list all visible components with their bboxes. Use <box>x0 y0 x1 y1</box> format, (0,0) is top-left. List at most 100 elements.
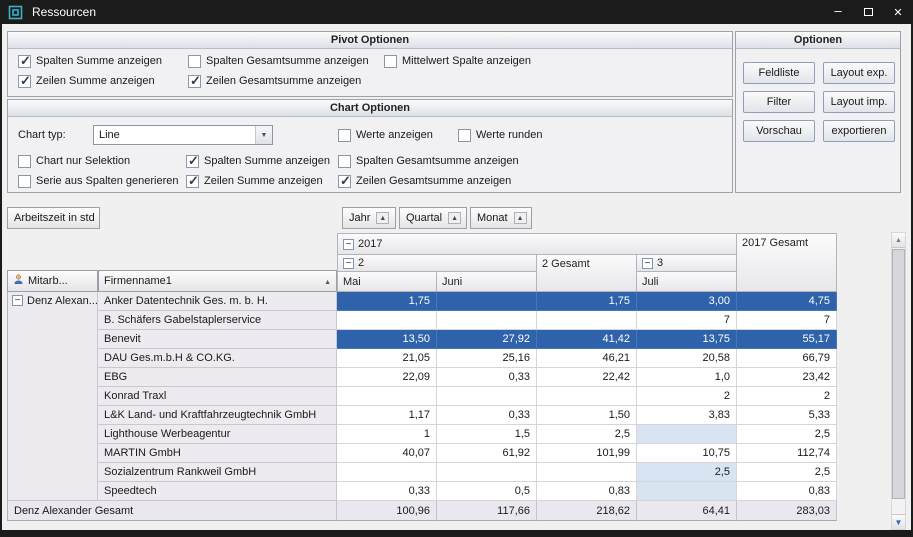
checkbox-spalten-summe-anzeigen[interactable]: Spalten Summe anzeigen <box>18 53 162 69</box>
table-row[interactable]: B. Schäfers Gabelstaplerservice 7 7 <box>98 311 837 330</box>
grand-total-cell[interactable]: 64,41 <box>637 501 737 521</box>
value-cell[interactable]: 1,50 <box>537 406 637 425</box>
chart-type-select[interactable]: Line <box>93 125 273 145</box>
scrollbar-thumb[interactable] <box>892 249 905 499</box>
checkbox-zeilen-gesamtsumme-anzeigen[interactable]: Zeilen Gesamtsumme anzeigen <box>188 73 361 89</box>
value-cell[interactable] <box>537 463 637 482</box>
value-cell[interactable] <box>537 387 637 406</box>
value-cell[interactable]: 41,42 <box>537 330 637 349</box>
field-mitarbeiter-button[interactable]: Mitarb... <box>7 270 98 292</box>
value-cell[interactable]: 0,33 <box>437 368 537 387</box>
sort-asc-icon[interactable] <box>324 275 331 287</box>
value-cell[interactable]: 2 <box>737 387 837 406</box>
value-cell[interactable] <box>337 311 437 330</box>
value-cell[interactable] <box>437 292 537 311</box>
field-firmenname-button[interactable]: Firmenname1 <box>98 270 337 292</box>
table-row[interactable]: Benevit 13,50 27,92 41,42 13,75 55,17 <box>98 330 837 349</box>
value-cell[interactable] <box>437 311 537 330</box>
value-cell[interactable]: 1,17 <box>337 406 437 425</box>
value-cell[interactable] <box>537 311 637 330</box>
value-cell[interactable]: 40,07 <box>337 444 437 463</box>
column-header-2017-gesamt[interactable]: 2017 Gesamt <box>737 233 837 292</box>
table-row[interactable]: Konrad Traxl 2 2 <box>98 387 837 406</box>
company-cell[interactable]: Konrad Traxl <box>98 387 337 406</box>
value-cell[interactable] <box>337 387 437 406</box>
company-cell[interactable]: EBG <box>98 368 337 387</box>
value-cell[interactable]: 25,16 <box>437 349 537 368</box>
value-cell[interactable]: 112,74 <box>737 444 837 463</box>
company-cell[interactable]: Lighthouse Werbeagentur <box>98 425 337 444</box>
checkbox-spalten-gesamtsumme-anzeigen[interactable]: Spalten Gesamtsumme anzeigen <box>188 53 369 69</box>
checkbox-chart-zeilen-summe[interactable]: Zeilen Summe anzeigen <box>186 173 323 189</box>
company-cell[interactable]: L&K Land- und Kraftfahrzeugtechnik GmbH <box>98 406 337 425</box>
value-cell[interactable]: 3,00 <box>637 292 737 311</box>
sort-asc-icon[interactable] <box>376 212 389 224</box>
data-field-button[interactable]: Arbeitszeit in std <box>7 207 100 229</box>
checkbox-serie-aus-spalten[interactable]: Serie aus Spalten generieren <box>18 173 178 189</box>
value-cell[interactable]: 55,17 <box>737 330 837 349</box>
value-cell[interactable]: 2,5 <box>537 425 637 444</box>
value-cell[interactable]: 4,75 <box>737 292 837 311</box>
value-cell[interactable]: 1,75 <box>537 292 637 311</box>
value-cell[interactable]: 0,83 <box>537 482 637 501</box>
value-cell[interactable]: 2,5 <box>737 463 837 482</box>
table-row[interactable]: DAU Ges.m.b.H & CO.KG. 21,05 25,16 46,21… <box>98 349 837 368</box>
vertical-scrollbar[interactable] <box>891 232 906 530</box>
collapse-icon[interactable] <box>343 239 354 250</box>
column-header-juli[interactable]: Juli <box>637 272 737 292</box>
table-row[interactable]: Sozialzentrum Rankweil GmbH 2,5 2,5 <box>98 463 837 482</box>
collapse-icon[interactable] <box>343 258 354 269</box>
vorschau-button[interactable]: Vorschau <box>743 120 815 142</box>
minimize-button[interactable] <box>823 0 853 24</box>
company-cell[interactable]: B. Schäfers Gabelstaplerservice <box>98 311 337 330</box>
company-cell[interactable]: Sozialzentrum Rankweil GmbH <box>98 463 337 482</box>
value-cell[interactable]: 3,83 <box>637 406 737 425</box>
value-cell[interactable] <box>637 425 737 444</box>
company-cell[interactable]: Speedtech <box>98 482 337 501</box>
value-cell[interactable]: 20,58 <box>637 349 737 368</box>
row-group-denz-alexander[interactable]: Denz Alexan... <box>7 292 98 501</box>
value-cell[interactable]: 2,5 <box>737 425 837 444</box>
company-cell[interactable]: MARTIN GmbH <box>98 444 337 463</box>
chevron-down-icon[interactable] <box>255 126 272 144</box>
feldliste-button[interactable]: Feldliste <box>743 62 815 84</box>
scroll-down-icon[interactable] <box>892 514 905 529</box>
value-cell[interactable]: 22,42 <box>537 368 637 387</box>
close-button[interactable] <box>883 0 913 24</box>
value-cell[interactable]: 7 <box>737 311 837 330</box>
column-header-mai[interactable]: Mai <box>337 272 437 292</box>
checkbox-zeilen-summe-anzeigen[interactable]: Zeilen Summe anzeigen <box>18 73 155 89</box>
maximize-button[interactable] <box>853 0 883 24</box>
column-group-2017[interactable]: 2017 <box>337 233 737 255</box>
grand-total-cell[interactable]: 117,66 <box>437 501 537 521</box>
value-cell[interactable] <box>637 482 737 501</box>
company-cell[interactable]: DAU Ges.m.b.H & CO.KG. <box>98 349 337 368</box>
value-cell[interactable]: 0,33 <box>337 482 437 501</box>
table-row[interactable]: Lighthouse Werbeagentur 1 1,5 2,5 2,5 <box>98 425 837 444</box>
filter-button[interactable]: Filter <box>743 91 815 113</box>
value-cell[interactable]: 21,05 <box>337 349 437 368</box>
value-cell[interactable] <box>437 387 537 406</box>
value-cell[interactable] <box>337 463 437 482</box>
value-cell[interactable] <box>437 463 537 482</box>
value-cell[interactable]: 61,92 <box>437 444 537 463</box>
value-cell[interactable]: 0,83 <box>737 482 837 501</box>
value-cell[interactable]: 27,92 <box>437 330 537 349</box>
collapse-icon[interactable] <box>12 295 23 306</box>
field-quartal-button[interactable]: Quartal <box>399 207 467 229</box>
grand-total-cell[interactable]: 218,62 <box>537 501 637 521</box>
layout-import-button[interactable]: Layout imp. <box>823 91 895 113</box>
checkbox-chart-spalten-summe[interactable]: Spalten Summe anzeigen <box>186 153 330 169</box>
column-group-quartal-2[interactable]: 2 <box>337 255 537 272</box>
column-group-quartal-3[interactable]: 3 <box>637 255 737 272</box>
layout-export-button[interactable]: Layout exp. <box>823 62 895 84</box>
value-cell[interactable]: 101,99 <box>537 444 637 463</box>
value-cell[interactable]: 22,09 <box>337 368 437 387</box>
column-header-juni[interactable]: Juni <box>437 272 537 292</box>
value-cell[interactable]: 46,21 <box>537 349 637 368</box>
scroll-up-icon[interactable] <box>892 233 905 248</box>
value-cell[interactable]: 0,5 <box>437 482 537 501</box>
checkbox-chart-nur-selektion[interactable]: Chart nur Selektion <box>18 153 130 169</box>
checkbox-mittelwert-spalte-anzeigen[interactable]: Mittelwert Spalte anzeigen <box>384 53 531 69</box>
value-cell[interactable]: 1,0 <box>637 368 737 387</box>
